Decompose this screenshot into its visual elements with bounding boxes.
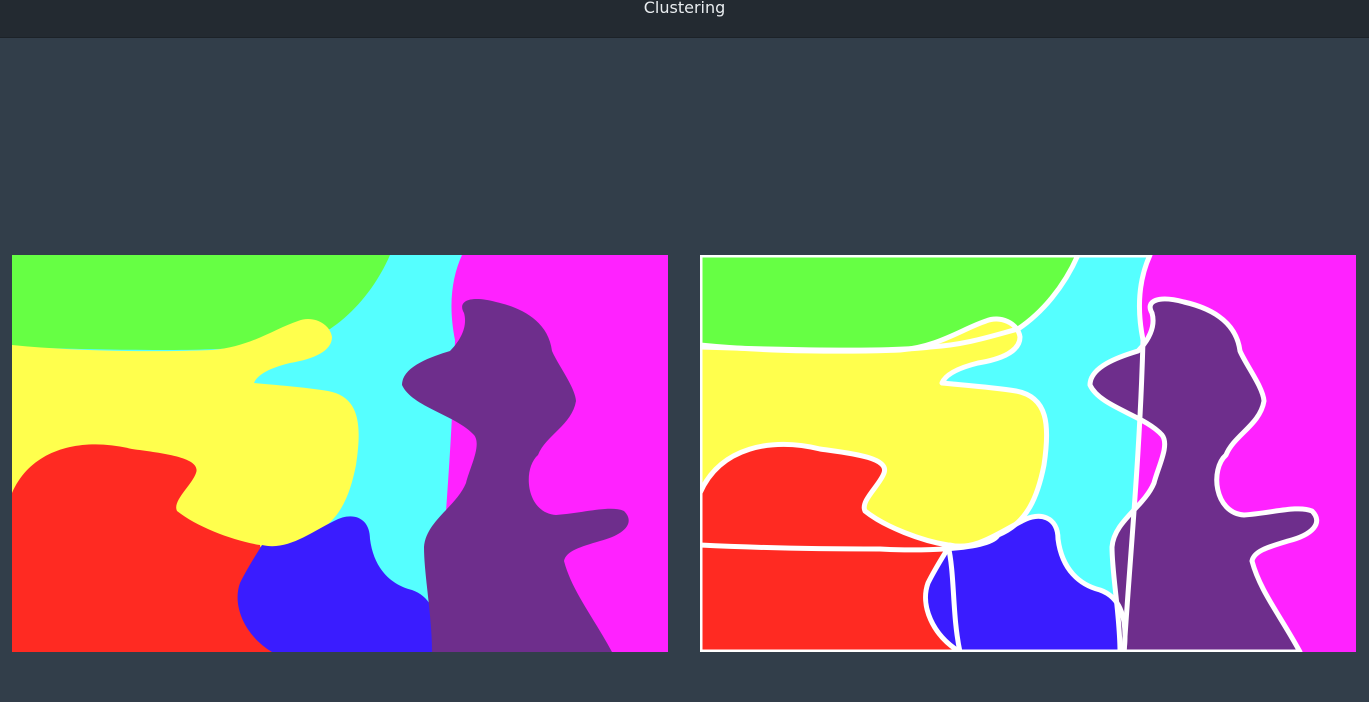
cluster-map-original <box>12 255 668 652</box>
window-title: Clustering <box>643 0 726 17</box>
cluster-image-outlined <box>700 255 1356 652</box>
cluster-image-original <box>12 255 668 652</box>
cluster-map-outlined <box>700 255 1356 652</box>
window-titlebar: Clustering <box>0 0 1369 38</box>
